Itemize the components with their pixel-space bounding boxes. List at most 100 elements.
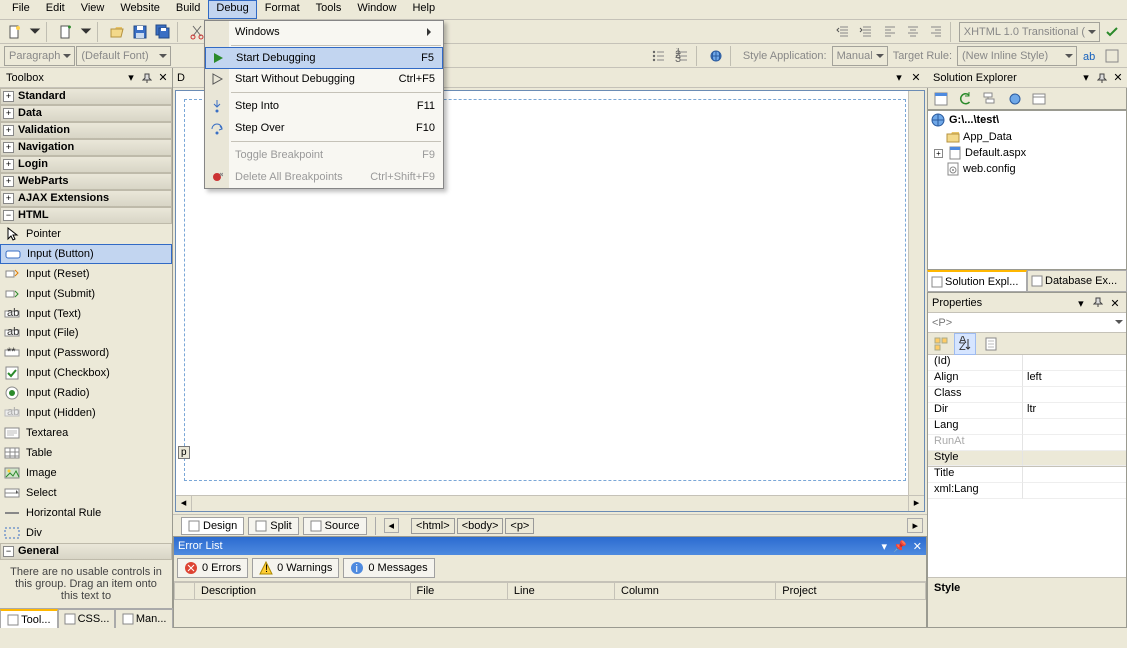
menu-build[interactable]: Build [168, 0, 208, 19]
doc-options-icon[interactable]: ▾ [892, 71, 906, 85]
target-rule-dropdown[interactable]: (New Inline Style) [957, 46, 1077, 66]
error-tab-warning[interactable]: !0 Warnings [252, 558, 339, 578]
toolbox-item-input-submit-[interactable]: Input (Submit) [0, 284, 172, 304]
solution-root-node[interactable]: G:\...\test\ [928, 111, 1126, 129]
error-list-options-icon[interactable]: ▾ [882, 540, 888, 553]
properties-pin-icon[interactable] [1091, 295, 1105, 309]
menu-edit[interactable]: Edit [38, 0, 73, 19]
error-tab-error[interactable]: 0 Errors [177, 558, 248, 578]
toolbox-category-data[interactable]: +Data [0, 105, 172, 122]
ul-button[interactable] [648, 45, 670, 67]
property-row-class[interactable]: Class [928, 387, 1126, 403]
sol-btn-properties[interactable] [930, 88, 952, 110]
toolbox-item-horizontal-rule[interactable]: Horizontal Rule [0, 503, 172, 523]
property-row-xml-lang[interactable]: xml:Lang [928, 483, 1126, 499]
align-center-button[interactable] [902, 21, 924, 43]
expand-icon[interactable]: + [3, 142, 14, 153]
properties-selector[interactable]: <P> [928, 313, 1126, 333]
properties-options-icon[interactable]: ▾ [1074, 296, 1088, 310]
toolbox-item-input-checkbox-[interactable]: Input (Checkbox) [0, 363, 172, 383]
toolbox-category-validation[interactable]: +Validation [0, 122, 172, 139]
design-mode-source[interactable]: Source [303, 517, 367, 535]
toolbox-item-input-file-[interactable]: abInput (File) [0, 324, 172, 344]
expand-icon[interactable]: + [3, 193, 14, 204]
collapse-icon[interactable]: − [3, 210, 14, 221]
error-col-column[interactable]: Column [615, 583, 776, 600]
props-alphabetical-icon[interactable]: AZ [954, 333, 976, 355]
toolbox-category-standard[interactable]: +Standard [0, 88, 172, 105]
expand-icon[interactable]: + [934, 149, 943, 158]
add-item-dropdown[interactable] [78, 21, 94, 43]
toolbox-category-webparts[interactable]: +WebParts [0, 173, 172, 190]
menu-website[interactable]: Website [112, 0, 168, 19]
toolbox-item-textarea[interactable]: Textarea [0, 423, 172, 443]
toolbox-item-input-hidden-[interactable]: abInput (Hidden) [0, 403, 172, 423]
error-col-file[interactable]: File [410, 583, 507, 600]
vertical-scrollbar[interactable] [908, 91, 924, 495]
menu-window[interactable]: Window [349, 0, 404, 19]
menu-file[interactable]: File [4, 0, 38, 19]
breadcrumb-next-icon[interactable]: ▸ [907, 518, 923, 533]
expand-icon[interactable]: + [3, 176, 14, 187]
property-row-runat[interactable]: RunAt [928, 435, 1126, 451]
debug-menu-start-debugging[interactable]: Start DebuggingF5 [205, 47, 443, 69]
toolbox-item-input-reset-[interactable]: Input (Reset) [0, 264, 172, 284]
doc-close-icon[interactable]: ✕ [909, 71, 923, 85]
sol-btn-refresh[interactable] [954, 88, 976, 110]
align-right-button[interactable] [925, 21, 947, 43]
hyperlink-button[interactable] [705, 45, 727, 67]
property-row-dir[interactable]: Dirltr [928, 403, 1126, 419]
outdent-button[interactable] [833, 21, 855, 43]
debug-menu-start-without-debugging[interactable]: Start Without DebuggingCtrl+F5 [205, 68, 443, 90]
solution-tree[interactable]: G:\...\test\ App_Data+Default.aspxweb.co… [927, 110, 1127, 270]
expand-icon[interactable]: + [3, 91, 14, 102]
menu-view[interactable]: View [73, 0, 113, 19]
property-row-align[interactable]: Alignleft [928, 371, 1126, 387]
breadcrumb-item[interactable]: <p> [505, 518, 534, 534]
property-row-lang[interactable]: Lang [928, 419, 1126, 435]
toolbox-item-input-text-[interactable]: abInput (Text) [0, 304, 172, 324]
toolbox-pin-icon[interactable] [140, 71, 154, 85]
error-col-description[interactable]: Description [195, 583, 411, 600]
design-mode-design[interactable]: Design [181, 517, 244, 535]
toolbox-category-general[interactable]: −General [0, 543, 172, 560]
properties-close-icon[interactable]: ✕ [1108, 296, 1122, 310]
solution-explorer-options-icon[interactable]: ▾ [1079, 71, 1093, 85]
props-categorized-icon[interactable] [930, 333, 952, 355]
toolbox-category-ajax-extensions[interactable]: +AJAX Extensions [0, 190, 172, 207]
property-row-title[interactable]: Title [928, 467, 1126, 483]
props-pages-icon[interactable] [980, 333, 1002, 355]
design-mode-split[interactable]: Split [248, 517, 298, 535]
font-dropdown[interactable]: (Default Font) [76, 46, 171, 66]
doctype-dropdown[interactable]: XHTML 1.0 Transitional ( [959, 22, 1100, 42]
debug-menu-step-into[interactable]: Step IntoF11 [205, 95, 443, 117]
paragraph-dropdown[interactable]: Paragraph [4, 46, 75, 66]
solution-node-web-config[interactable]: web.config [928, 161, 1126, 177]
toolbox-item-input-password-[interactable]: **Input (Password) [0, 343, 172, 363]
sol-btn-config[interactable] [1028, 88, 1050, 110]
breadcrumb-item[interactable]: <body> [457, 518, 504, 534]
solution-explorer-close-icon[interactable]: ✕ [1111, 71, 1125, 85]
toolbox-item-input-button-[interactable]: Input (Button) [0, 244, 172, 264]
align-left-button[interactable] [879, 21, 901, 43]
error-col-project[interactable]: Project [776, 583, 926, 600]
error-tab-info[interactable]: i0 Messages [343, 558, 434, 578]
save-button[interactable] [129, 21, 151, 43]
collapse-icon[interactable]: − [3, 546, 14, 557]
menu-debug[interactable]: Debug [208, 0, 256, 19]
sol-btn-copy-web[interactable] [1004, 88, 1026, 110]
style-application-dropdown[interactable]: Manual [832, 46, 888, 66]
solution-node-app-data[interactable]: App_Data [928, 129, 1126, 145]
toolbox-item-table[interactable]: Table [0, 443, 172, 463]
property-row--id-[interactable]: (Id) [928, 355, 1126, 371]
add-item-button[interactable] [55, 21, 77, 43]
sol-btn-nest[interactable] [978, 88, 1000, 110]
style-button-1[interactable]: ab [1078, 45, 1100, 67]
property-row-style[interactable]: Style [928, 451, 1126, 467]
new-item-button[interactable] [4, 21, 26, 43]
error-col-line[interactable]: Line [507, 583, 614, 600]
ol-button[interactable]: 123 [671, 45, 693, 67]
solution-tab-solution-expl-[interactable]: Solution Expl... [927, 270, 1027, 292]
error-list-pin-icon[interactable]: 📌 [893, 540, 907, 553]
breadcrumb-item[interactable]: <html> [411, 518, 455, 534]
